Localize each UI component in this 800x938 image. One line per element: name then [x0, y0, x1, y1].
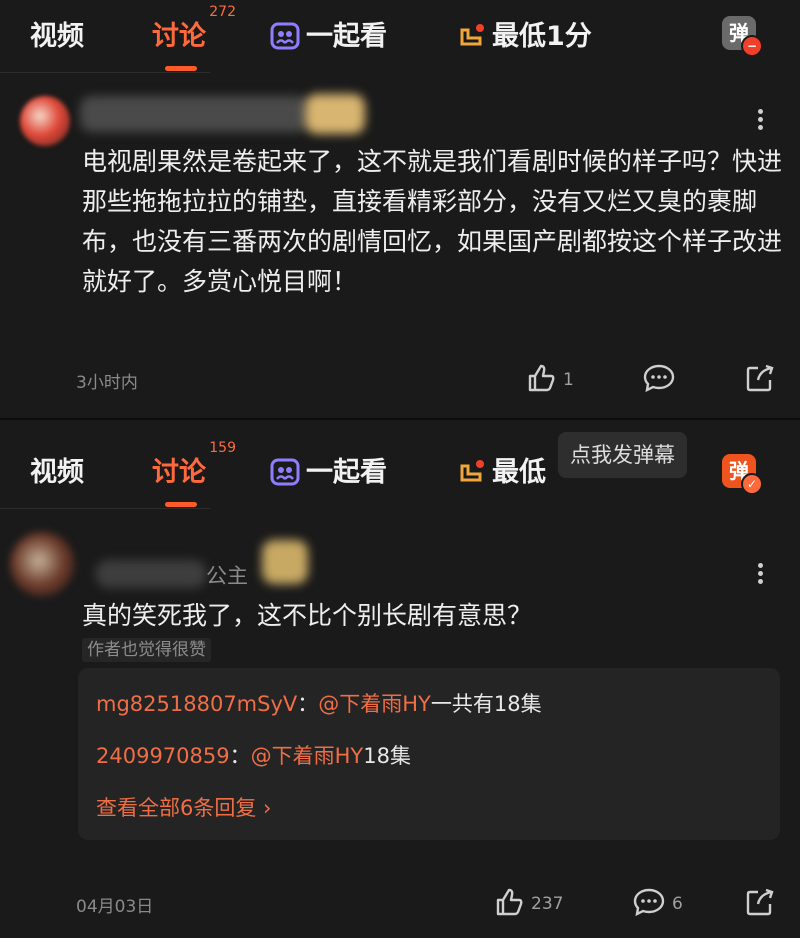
share-button[interactable]: [744, 886, 776, 922]
reply-username[interactable]: mg82518807mSyV: [96, 692, 297, 716]
tab-watch-together[interactable]: 一起看: [270, 450, 387, 493]
more-options-icon[interactable]: [758, 106, 763, 133]
thumbs-up-icon: [525, 362, 557, 398]
share-icon: [744, 362, 776, 398]
active-tab-indicator: [165, 502, 197, 507]
reply-mention[interactable]: @下着雨HY: [251, 744, 364, 768]
danmu-toggle-button[interactable]: 弹 −: [722, 16, 763, 57]
active-tab-indicator: [165, 66, 197, 71]
danmu-on-check-icon: ✓: [741, 473, 763, 495]
reply-preview-box[interactable]: mg82518807mSyV：@下着雨HY一共有18集 2409970859：@…: [78, 668, 780, 840]
tab-discuss-label: 讨论: [152, 21, 206, 52]
like-button[interactable]: 237: [493, 886, 563, 922]
like-button[interactable]: 1: [525, 362, 574, 398]
tab-watch-together[interactable]: 一起看: [270, 14, 387, 57]
reply-button[interactable]: [642, 362, 676, 398]
tab-lowest[interactable]: 最低1分: [458, 14, 592, 57]
reply-content: 18集: [363, 744, 411, 768]
thumbs-up-icon: [493, 886, 525, 922]
reply-content: 一共有18集: [430, 692, 542, 716]
user-badge-blurred: [262, 540, 308, 584]
reply-separator: ：: [297, 692, 319, 716]
tab-video[interactable]: 视频: [30, 14, 84, 53]
avatar[interactable]: [20, 96, 70, 146]
comment-bubble-icon: [642, 362, 676, 398]
tab-bar: 视频 讨论 272 一起看 最低1分 弹 −: [0, 0, 800, 73]
danmu-toggle-button[interactable]: 弹 ✓: [722, 454, 763, 495]
share-button[interactable]: [744, 362, 776, 398]
tab-discuss[interactable]: 讨论 272: [152, 4, 236, 71]
divider: [0, 508, 210, 509]
comment-bubble-icon: [632, 886, 666, 922]
username-partial: 公主: [206, 564, 248, 588]
tab-discuss[interactable]: 讨论 159: [152, 440, 236, 507]
reply-separator: ：: [229, 744, 251, 768]
tab-lowest-label: 最低1分: [492, 21, 592, 52]
reply-item[interactable]: 2409970859：@下着雨HY18集: [96, 740, 411, 770]
reply-mention[interactable]: @下着雨HY: [318, 692, 431, 716]
discuss-count: 272: [209, 4, 236, 20]
divider: [0, 72, 210, 73]
throne-icon: [458, 22, 486, 57]
comment-panel-1: 视频 讨论 272 一起看 最低1分 弹 − 电视剧果然是卷起来了，这不就是我们…: [0, 0, 800, 418]
comment-time: 3小时内: [76, 373, 138, 393]
tab-watch-together-label: 一起看: [306, 457, 387, 488]
like-count: 1: [563, 370, 574, 390]
user-badge-blurred: [305, 94, 365, 134]
like-count: 237: [531, 894, 564, 914]
reply-username[interactable]: 2409970859: [96, 744, 230, 768]
comment-date: 04月03日: [76, 897, 154, 917]
tab-watch-together-label: 一起看: [306, 21, 387, 52]
throne-icon: [458, 458, 486, 493]
tab-lowest[interactable]: 最低: [458, 450, 546, 493]
reply-button[interactable]: 6: [632, 886, 683, 922]
tab-discuss-label: 讨论: [152, 457, 206, 488]
username-blurred: [80, 96, 310, 132]
watch-together-icon: [270, 458, 300, 493]
tab-lowest-label: 最低: [492, 457, 546, 488]
send-danmu-tooltip[interactable]: 点我发弹幕: [558, 432, 687, 478]
comment-text: 真的笑死我了，这不比个别长剧有意思？: [82, 601, 533, 630]
comment-text: 电视剧果然是卷起来了，这不就是我们看剧时候的样子吗？快进那些拖拖拉拉的铺垫，直接…: [82, 147, 783, 296]
reply-item[interactable]: mg82518807mSyV：@下着雨HY一共有18集: [96, 688, 542, 718]
watch-together-icon: [270, 22, 300, 57]
avatar[interactable]: [10, 532, 74, 596]
more-options-icon[interactable]: [758, 560, 763, 587]
danmu-off-icon: −: [741, 35, 763, 57]
view-all-replies-link[interactable]: 查看全部6条回复 ›: [96, 792, 271, 822]
tab-video[interactable]: 视频: [30, 450, 84, 489]
comment-count: 6: [672, 894, 683, 914]
author-liked-badge: 作者也觉得很赞: [82, 638, 211, 662]
username-blurred: [96, 560, 206, 588]
discuss-count: 159: [209, 440, 236, 456]
share-icon: [744, 886, 776, 922]
